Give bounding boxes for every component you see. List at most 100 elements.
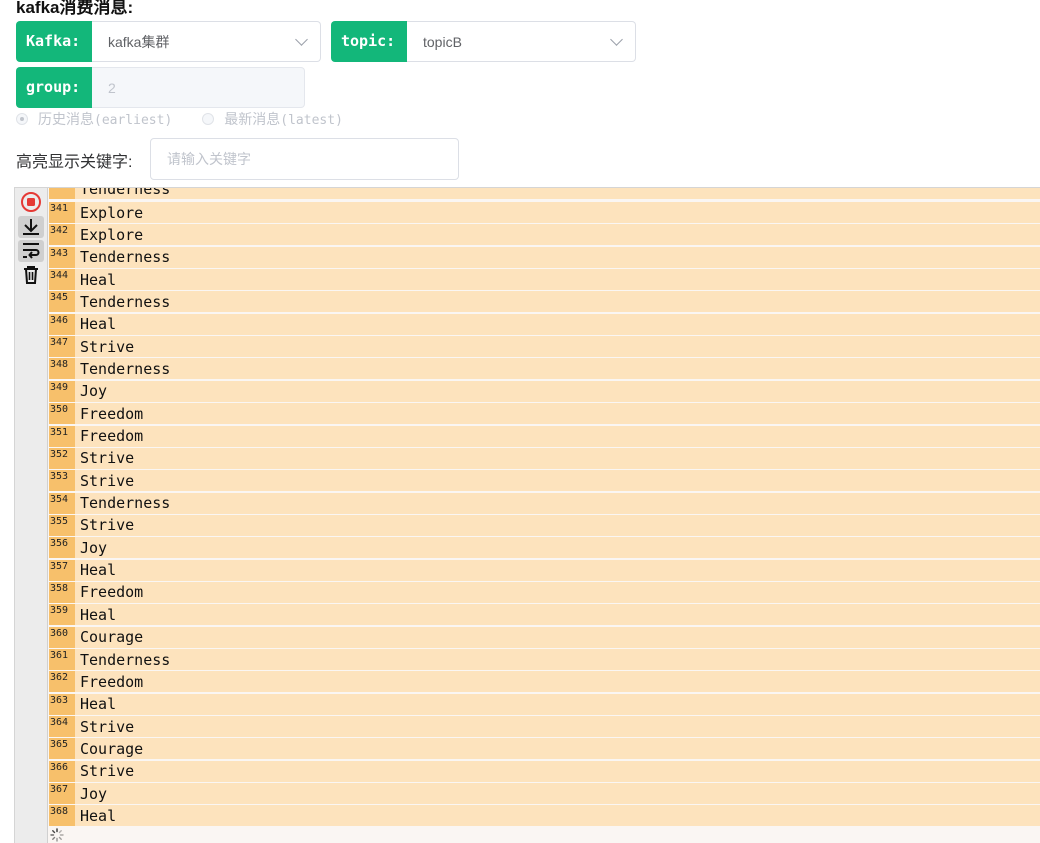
line-text: Heal: [80, 561, 117, 580]
line-number: 350: [49, 403, 75, 425]
log-line: 348 Tenderness: [49, 358, 1040, 380]
console-toolbar: [15, 188, 48, 843]
log-line: 360 Courage: [49, 626, 1040, 648]
stop-button[interactable]: [18, 191, 44, 213]
line-text: Strive: [80, 337, 135, 356]
log-line: 357 Heal: [49, 559, 1040, 581]
kafka-tag: Kafka:: [16, 21, 92, 62]
offset-radio-group: 历史消息(earliest) 最新消息(latest): [16, 109, 373, 129]
log-line: 353 Strive: [49, 470, 1040, 492]
line-number: 361: [49, 649, 75, 670]
line-number: 344: [49, 269, 75, 291]
line-number: 349: [49, 380, 75, 402]
line-text: Tenderness: [80, 188, 171, 198]
log-line: 361 Tenderness: [49, 649, 1040, 670]
topic-select[interactable]: topicB: [407, 21, 636, 62]
keyword-label: 高亮显示关键字:: [16, 154, 133, 171]
radio-unchecked-icon: [202, 113, 215, 125]
radio-earliest[interactable]: 历史消息(earliest): [16, 109, 172, 129]
kafka-cluster-select[interactable]: kafka集群: [92, 21, 321, 62]
line-number: 358: [49, 581, 75, 603]
page-root: kafka消费消息: Kafka: kafka集群 topic: topicB …: [0, 0, 1040, 843]
line-text: Joy: [80, 784, 108, 803]
line-number: 347: [49, 336, 75, 358]
line-number: 353: [49, 470, 75, 492]
topic-value: topicB: [423, 33, 462, 50]
line-text: Tenderness: [80, 359, 171, 378]
log-line: 345 Tenderness: [49, 291, 1040, 313]
log-line: 362 Freedom: [49, 671, 1040, 693]
log-line: 342 Explore: [49, 224, 1040, 246]
log-line: 344 Heal: [49, 269, 1040, 291]
line-text: Heal: [80, 695, 117, 714]
log-line: 359 Heal: [49, 604, 1040, 626]
line-number: 364: [49, 716, 75, 738]
line-number: 352: [49, 447, 75, 469]
line-number: 357: [49, 559, 75, 581]
line-text: Tenderness: [80, 650, 171, 669]
clear-button[interactable]: [18, 264, 44, 286]
line-text: Freedom: [80, 672, 144, 691]
line-text: Freedom: [80, 404, 144, 423]
wrap-lines-icon: [23, 243, 40, 259]
log-line: 365 Courage: [49, 738, 1040, 760]
stop-icon: [21, 192, 41, 212]
log-line: 368 Heal: [49, 805, 1040, 827]
log-lines: Tenderness 341 Explore 342 Explore 343 Tender…: [49, 188, 1040, 843]
log-line: 358 Freedom: [49, 581, 1040, 603]
log-line: 356 Joy: [49, 537, 1040, 559]
log-line: 346 Heal: [49, 313, 1040, 335]
line-number: 342: [49, 224, 75, 246]
log-line: 354 Tenderness: [49, 492, 1040, 514]
log-line: 343 Tenderness: [49, 246, 1040, 268]
trash-icon: [24, 266, 38, 284]
line-number: 354: [49, 492, 75, 514]
line-number: 363: [49, 693, 75, 715]
line-text: Strive: [80, 762, 135, 781]
line-text: Freedom: [80, 583, 144, 602]
line-number: 365: [49, 738, 75, 760]
line-number: 366: [49, 760, 75, 782]
radio-earliest-label: 历史消息(earliest): [38, 111, 173, 128]
log-line: 355 Strive: [49, 514, 1040, 536]
line-text: Heal: [80, 315, 117, 334]
line-text: Courage: [80, 628, 144, 647]
scroll-to-bottom-button[interactable]: [18, 216, 44, 238]
line-number: 367: [49, 783, 75, 805]
log-line: 364 Strive: [49, 716, 1040, 738]
wrap-lines-button[interactable]: [18, 240, 44, 262]
line-text: Strive: [80, 717, 135, 736]
cluster-topic-row: Kafka: kafka集群 topic: topicB: [16, 21, 636, 62]
line-number: 348: [49, 358, 75, 380]
line-number: [49, 188, 75, 199]
line-text: Joy: [80, 382, 108, 401]
log-console: Tenderness 341 Explore 342 Explore 343 Tender…: [14, 187, 1040, 843]
line-text: Tenderness: [80, 248, 171, 267]
kafka-cluster-value: kafka集群: [108, 33, 170, 50]
chevron-down-icon: [610, 32, 623, 46]
log-line: 351 Freedom: [49, 425, 1040, 447]
scroll-to-bottom-icon: [23, 219, 39, 235]
line-number: 360: [49, 626, 75, 648]
log-line-partial: Tenderness: [49, 188, 1040, 199]
line-number: 359: [49, 604, 75, 626]
radio-checked-icon: [16, 113, 28, 125]
log-line: 366 Strive: [49, 760, 1040, 782]
log-line: 347 Strive: [49, 336, 1040, 358]
line-text: Joy: [80, 538, 108, 557]
radio-latest[interactable]: 最新消息(latest): [202, 109, 343, 129]
line-number: 368: [49, 805, 75, 827]
line-number: 346: [49, 313, 75, 335]
page-title: kafka消费消息:: [16, 0, 134, 17]
line-number: 345: [49, 291, 75, 313]
group-input: 2: [92, 67, 305, 108]
line-text: Heal: [80, 605, 117, 624]
line-text: Strive: [80, 471, 135, 490]
line-number: 341: [49, 202, 75, 223]
group-tag: group:: [16, 67, 92, 108]
keyword-input[interactable]: [150, 138, 459, 180]
line-text: Tenderness: [80, 494, 171, 513]
line-text: Heal: [80, 806, 117, 825]
log-line: 363 Heal: [49, 693, 1040, 715]
log-line: 341 Explore: [49, 202, 1040, 223]
